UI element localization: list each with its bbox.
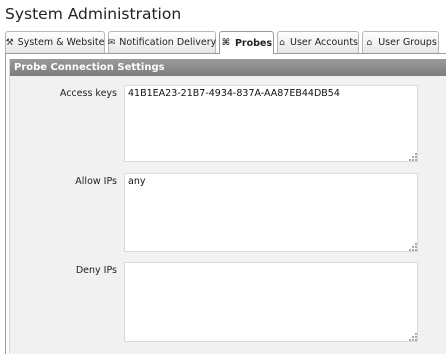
probes-panel: Probe Connection Settings Access keys 41…	[5, 53, 446, 354]
users-icon: ⌂	[366, 37, 373, 48]
settings-section: Probe Connection Settings Access keys 41…	[9, 59, 446, 354]
tab-label: Notification Delivery	[119, 37, 217, 48]
tab-label: User Accounts	[290, 37, 358, 48]
access-keys-field[interactable]: 41B1EA23-21B7-4934-837A-AA87EB44DB54	[124, 85, 418, 162]
resize-grip-icon[interactable]	[409, 153, 417, 161]
allow-ips-field[interactable]: any	[124, 173, 418, 252]
envelope-icon: ✉	[107, 37, 116, 48]
tab-user-accounts[interactable]: ⌂ User Accounts	[277, 31, 359, 53]
tab-system-website[interactable]: ⚒ System & Website	[5, 31, 105, 53]
page-title: System Administration	[5, 5, 182, 23]
allow-ips-label: Allow IPs	[75, 176, 117, 187]
resize-grip-icon[interactable]	[409, 243, 417, 251]
tab-notification-delivery[interactable]: ✉ Notification Delivery	[108, 31, 216, 53]
resize-grip-icon[interactable]	[409, 333, 417, 341]
tab-probes[interactable]: ⌘ Probes	[219, 31, 274, 54]
section-header: Probe Connection Settings	[10, 59, 446, 76]
tab-user-groups[interactable]: ⌂ User Groups	[362, 31, 439, 53]
tab-label: User Groups	[378, 37, 437, 48]
access-keys-label: Access keys	[59, 88, 117, 99]
probe-icon: ⌘	[221, 38, 231, 48]
tab-label: Probes	[234, 37, 273, 49]
tab-label: System & Website	[17, 37, 105, 48]
tab-bar: ⚒ System & Website ✉ Notification Delive…	[5, 31, 446, 54]
deny-ips-field[interactable]	[124, 262, 418, 342]
user-icon: ⌂	[279, 37, 285, 48]
wrench-icon: ⚒	[5, 37, 14, 48]
deny-ips-label: Deny IPs	[75, 265, 117, 276]
